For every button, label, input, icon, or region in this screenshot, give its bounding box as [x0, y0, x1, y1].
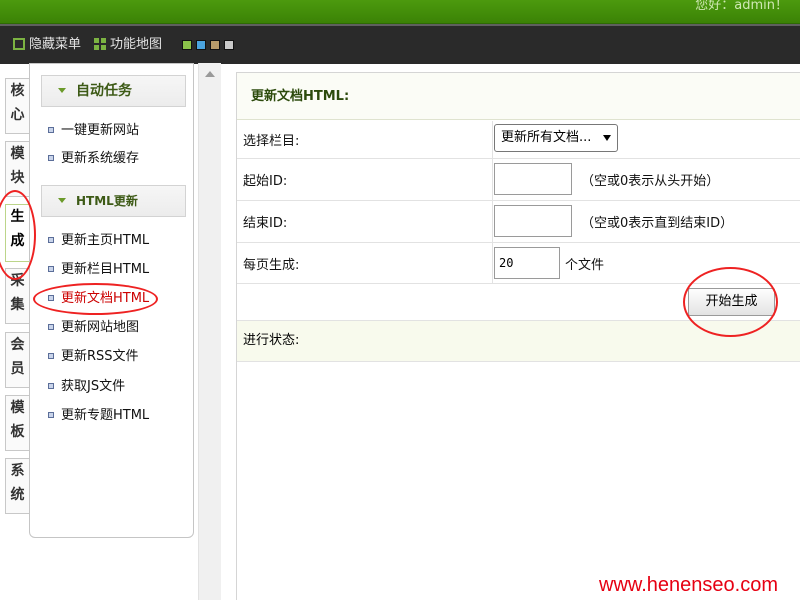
skin-swatch-brown[interactable] [210, 40, 220, 50]
row-start-id: 起始ID: （空或0表示从头开始） [237, 159, 800, 201]
panel-splitter[interactable] [198, 63, 221, 600]
end-id-hint: （空或0表示直到结束ID） [581, 216, 734, 231]
menu-item-label: 一键更新网站 [61, 123, 140, 138]
menu-item-update-cache[interactable]: 更新系统缓存 [48, 149, 139, 169]
tab-members-char1: 会 [10, 337, 25, 353]
end-id-input[interactable] [494, 205, 572, 237]
bullet-icon [48, 412, 54, 418]
menu-item-update-category[interactable]: 更新栏目HTML [48, 260, 149, 280]
tab-members[interactable]: 会员 [5, 332, 29, 388]
bullet-icon [48, 266, 54, 272]
group-html-update[interactable]: HTML更新 [41, 185, 186, 217]
tab-collect-char2: 集 [10, 297, 25, 313]
tab-system-char2: 统 [10, 487, 25, 503]
tab-modules-char1: 模 [10, 146, 25, 162]
tab-core[interactable]: 核心 [5, 78, 29, 134]
grid-icon [94, 38, 106, 50]
group-html-update-label: HTML更新 [76, 194, 138, 208]
menu-item-update-rss[interactable]: 更新RSS文件 [48, 347, 139, 367]
menu-item-update-topics[interactable]: 更新专题HTML [48, 406, 149, 426]
bullet-icon [48, 237, 54, 243]
cell-divider [492, 159, 493, 200]
dropdown-caret-icon [603, 135, 611, 141]
progress-status: 进行状态: [237, 320, 800, 362]
cell-divider [492, 201, 493, 242]
start-id-label: 起始ID: [243, 174, 288, 189]
bullet-icon [48, 383, 54, 389]
tab-collect-char1: 采 [10, 273, 25, 289]
menu-item-label: 更新主页HTML [61, 233, 150, 248]
per-page-label: 每页生成: [243, 258, 300, 273]
menu-item-update-site[interactable]: 一键更新网站 [48, 121, 139, 141]
user-greeting: 您好：admin！ [695, 0, 788, 13]
hide-menu-label: 隐藏菜单 [29, 37, 82, 52]
skin-swatch-gray[interactable] [224, 40, 234, 50]
start-id-hint: （空或0表示从头开始） [581, 174, 720, 189]
start-id-input[interactable] [494, 163, 572, 195]
tab-modules[interactable]: 模块 [5, 141, 29, 197]
category-select[interactable]: 更新所有文档... [494, 124, 618, 152]
row-per-page: 每页生成: 20 个文件 [237, 243, 800, 284]
expand-arrow-icon [58, 198, 66, 203]
tab-templates-char2: 板 [10, 424, 25, 440]
per-page-input[interactable]: 20 [494, 247, 560, 279]
function-map-button[interactable]: 功能地图 [94, 35, 162, 55]
menu-item-label: 更新网站地图 [61, 320, 140, 335]
cell-divider [492, 121, 493, 158]
menu-item-label: 获取JS文件 [61, 379, 126, 394]
hide-menu-icon [13, 38, 25, 50]
tab-modules-char2: 块 [10, 170, 25, 186]
start-generate-button[interactable]: 开始生成HTML [688, 288, 775, 335]
bullet-icon [48, 127, 54, 133]
menu-item-update-home[interactable]: 更新主页HTML [48, 231, 149, 251]
menu-item-label: 更新系统缓存 [61, 151, 140, 166]
row-category: 选择栏目: 更新所有文档... [237, 121, 800, 159]
menu-item-label: 更新专题HTML [61, 408, 150, 423]
top-header: 您好：admin！ [0, 0, 800, 24]
skin-swatch-green[interactable] [182, 40, 192, 50]
tab-core-char1: 核 [10, 83, 25, 99]
tab-members-char2: 员 [10, 361, 25, 377]
tab-core-char2: 心 [10, 107, 25, 123]
group-auto-tasks-label: 自动任务 [76, 83, 132, 99]
hide-menu-button[interactable]: 隐藏菜单 [13, 35, 81, 55]
function-map-label: 功能地图 [110, 37, 163, 52]
tab-generate[interactable]: 生成 [5, 204, 29, 262]
watermark-text: www.henenseo.com [599, 574, 778, 596]
menu-item-get-js[interactable]: 获取JS文件 [48, 377, 125, 397]
cell-divider [492, 243, 493, 283]
bullet-icon [48, 324, 54, 330]
per-page-unit: 个文件 [565, 258, 605, 273]
tab-collect[interactable]: 采集 [5, 268, 29, 324]
tab-generate-char1: 生 [10, 209, 25, 225]
menu-item-update-documents[interactable]: 更新文档HTML [48, 289, 149, 309]
skin-swatch-blue[interactable] [196, 40, 206, 50]
tab-generate-char2: 成 [10, 233, 25, 249]
tab-system[interactable]: 系统 [5, 458, 29, 514]
menu-item-update-sitemap[interactable]: 更新网站地图 [48, 318, 139, 338]
group-auto-tasks[interactable]: 自动任务 [41, 75, 186, 107]
tab-templates-char1: 模 [10, 400, 25, 416]
bullet-icon [48, 353, 54, 359]
end-id-label: 结束ID: [243, 216, 288, 231]
main-content: 更新文档HTML: 选择栏目: 更新所有文档... 起始ID: （空或0表示从头… [236, 72, 800, 600]
menu-item-label: 更新栏目HTML [61, 262, 150, 277]
collapse-arrow-icon[interactable] [205, 71, 215, 77]
menu-bar: 隐藏菜单 功能地图 [0, 24, 800, 64]
menu-item-label: 更新RSS文件 [61, 349, 139, 364]
bullet-icon [48, 155, 54, 161]
row-end-id: 结束ID: （空或0表示直到结束ID） [237, 201, 800, 243]
category-label: 选择栏目: [243, 134, 300, 149]
menu-item-label: 更新文档HTML [61, 291, 150, 306]
category-select-value: 更新所有文档... [501, 130, 592, 145]
bullet-icon [48, 295, 54, 301]
expand-arrow-icon [58, 88, 66, 93]
tab-system-char1: 系 [10, 463, 25, 479]
left-menu-panel: 自动任务 一键更新网站 更新系统缓存 HTML更新 更新主页HTML 更新栏目H… [29, 63, 194, 538]
page-title: 更新文档HTML: [237, 73, 800, 120]
tab-templates[interactable]: 模板 [5, 395, 29, 451]
